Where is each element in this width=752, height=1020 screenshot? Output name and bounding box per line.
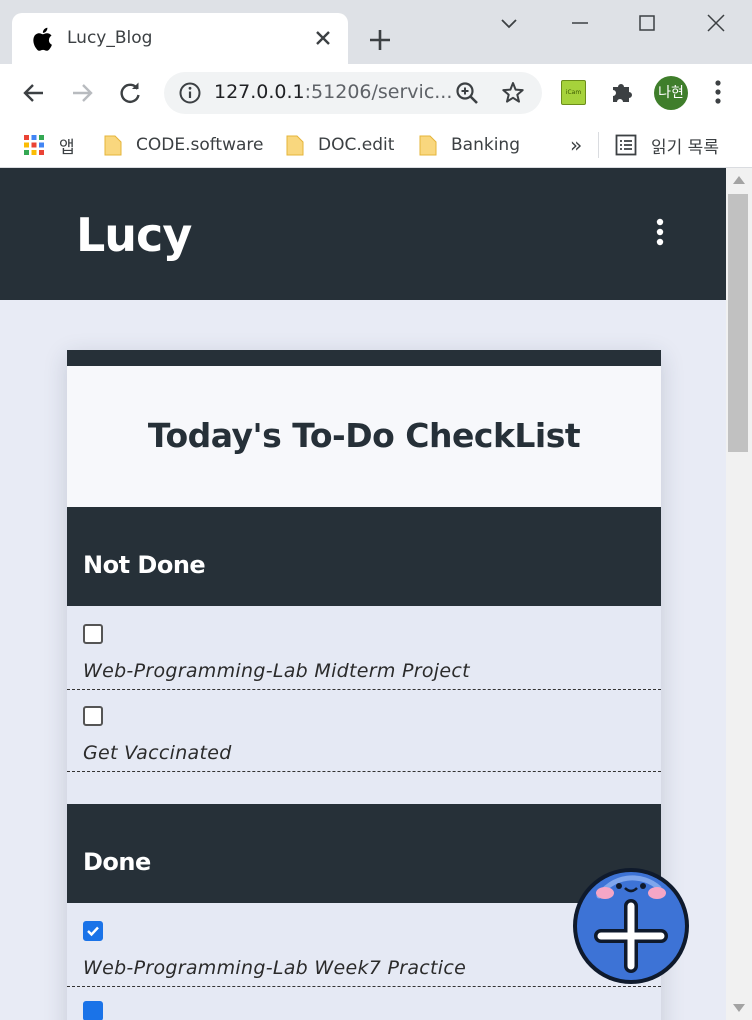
folder-icon [286, 135, 304, 156]
forward-arrow-icon[interactable] [69, 80, 95, 106]
todo-item [67, 987, 661, 1020]
checklist-title: Today's To-Do CheckList [147, 416, 581, 455]
folder-icon [419, 135, 437, 156]
bookmarks-divider [598, 132, 599, 158]
folder-icon [104, 135, 122, 156]
todo-item: Web-Programming-Lab Midterm Project [67, 608, 661, 690]
tab-strip: Lucy_Blog [0, 0, 752, 64]
bookmark-label: Banking [451, 135, 520, 155]
card-top-bar [67, 350, 661, 366]
page-viewport: Lucy Today's To-Do CheckList Not Done We… [0, 168, 726, 1020]
page-scrollbar[interactable] [726, 168, 752, 1020]
back-arrow-icon[interactable] [21, 80, 47, 106]
bookmark-star-icon[interactable] [500, 80, 526, 106]
bookmark-label: 앱 [59, 137, 75, 158]
site-info-icon[interactable] [178, 81, 202, 105]
todo-checkbox-checked[interactable] [83, 921, 103, 941]
todo-text: Web-Programming-Lab Midterm Project [83, 660, 470, 682]
apple-favicon-icon [33, 27, 52, 51]
bookmarks-bar: 앱 CODE.software DOC.edit Banking » 읽기 목록 [0, 122, 752, 168]
site-menu-icon[interactable] [648, 216, 672, 248]
reading-list-icon [615, 134, 637, 156]
add-todo-fab-icon[interactable] [569, 864, 693, 988]
extensions-puzzle-icon[interactable] [608, 78, 636, 106]
close-tab-icon[interactable] [312, 27, 334, 49]
bookmark-apps[interactable]: 앱 [23, 130, 75, 160]
address-bar[interactable]: 127.0.0.1:51206/servic... [164, 72, 542, 114]
checkmark-icon [87, 926, 99, 937]
tab-title: Lucy_Blog [67, 28, 153, 48]
todo-item: Get Vaccinated [67, 690, 661, 772]
not-done-section-header: Not Done [67, 507, 661, 606]
card-title-band: Today's To-Do CheckList [67, 366, 661, 507]
apps-grid-icon [24, 135, 44, 155]
bookmark-banking[interactable]: Banking [419, 130, 520, 160]
scroll-down-icon[interactable] [733, 1004, 745, 1012]
browser-tab[interactable]: Lucy_Blog [12, 13, 348, 64]
todo-text: Web-Programming-Lab Week7 Practice [83, 957, 467, 979]
url-text: 127.0.0.1:51206/servic... [214, 81, 453, 103]
scrollbar-thumb[interactable] [728, 194, 748, 452]
profile-avatar[interactable]: 나현 [654, 76, 688, 110]
site-header: Lucy [0, 168, 726, 300]
todo-checkbox[interactable] [83, 706, 103, 726]
reload-icon[interactable] [117, 80, 143, 106]
browser-toolbar: 127.0.0.1:51206/servic... iCam 나현 [0, 64, 752, 122]
done-label: Done [83, 848, 151, 876]
new-tab-icon[interactable] [366, 26, 394, 54]
icam-extension-icon[interactable]: iCam [561, 80, 586, 105]
tab-search-chevron-icon[interactable] [498, 12, 520, 34]
reading-list-button[interactable]: 읽기 목록 [615, 130, 719, 160]
maximize-icon[interactable] [636, 12, 658, 34]
bookmark-label: DOC.edit [318, 135, 395, 155]
bookmark-label: CODE.software [136, 135, 264, 155]
browser-menu-icon[interactable] [706, 78, 730, 106]
zoom-icon[interactable] [454, 80, 480, 106]
todo-text: Get Vaccinated [83, 742, 232, 764]
bookmarks-overflow-chevron-icon[interactable]: » [570, 130, 582, 160]
not-done-label: Not Done [83, 551, 206, 579]
reading-list-label: 읽기 목록 [651, 137, 719, 158]
close-window-icon[interactable] [705, 12, 727, 34]
site-logo[interactable]: Lucy [76, 208, 192, 262]
todo-checkbox[interactable] [83, 624, 103, 644]
minimize-icon[interactable] [569, 12, 591, 34]
scroll-up-icon[interactable] [733, 176, 745, 184]
todo-checkbox-checked[interactable] [83, 1001, 103, 1020]
bookmark-code-software[interactable]: CODE.software [104, 130, 264, 160]
bookmark-doc-edit[interactable]: DOC.edit [286, 130, 394, 160]
